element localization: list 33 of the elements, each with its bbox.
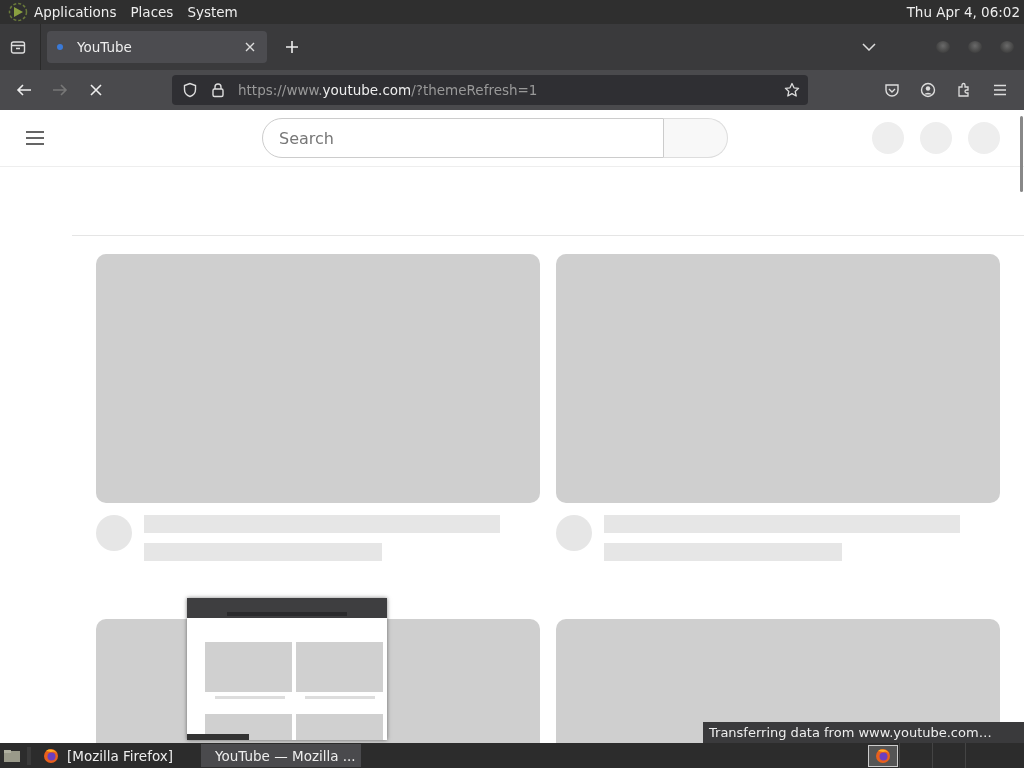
new-tab-icon[interactable] (285, 40, 299, 54)
stop-icon[interactable] (88, 82, 104, 98)
show-desktop-icon[interactable] (3, 748, 21, 763)
firefox-icon (43, 747, 59, 764)
panel-menu[interactable]: Applications (34, 4, 117, 20)
menu-icon[interactable] (992, 82, 1008, 98)
panel-menu[interactable]: System (187, 4, 238, 20)
browser-tab[interactable]: YouTube (47, 31, 267, 63)
loading-icon (57, 44, 63, 50)
avatar-placeholder (96, 515, 132, 551)
extensions-icon[interactable] (956, 82, 972, 98)
address-bar[interactable]: https://www.youtube.com/?themeRefresh=1 (172, 75, 808, 105)
search-field[interactable]: Search (262, 118, 664, 158)
tab-overview-icon[interactable] (10, 39, 26, 55)
logo-icon[interactable] (8, 2, 28, 22)
shield-icon[interactable] (182, 82, 198, 98)
avatar-placeholder (556, 515, 592, 551)
back-icon[interactable] (16, 82, 32, 98)
scrollbar-thumb[interactable] (1020, 116, 1023, 192)
clock[interactable]: Thu Apr 4, 06:02 (900, 4, 1020, 20)
taskbar-window[interactable]: YouTube — Mozilla ... (201, 744, 361, 767)
taskbar-window[interactable]: [Mozilla Firefox] (37, 744, 197, 767)
pocket-icon[interactable] (884, 82, 900, 98)
status-tooltip: Transferring data from www.youtube.com… (703, 722, 1024, 743)
star-icon[interactable] (784, 82, 800, 98)
close-icon[interactable] (245, 42, 255, 52)
account-icon[interactable] (920, 82, 936, 98)
url-text: https://www.youtube.com/?themeRefresh=1 (238, 82, 538, 98)
menu-icon[interactable] (26, 131, 44, 145)
firefox-icon[interactable] (875, 747, 891, 764)
panel-menu[interactable]: Places (130, 4, 174, 20)
chevron-icon[interactable] (862, 43, 876, 51)
lock-icon[interactable] (210, 82, 226, 98)
